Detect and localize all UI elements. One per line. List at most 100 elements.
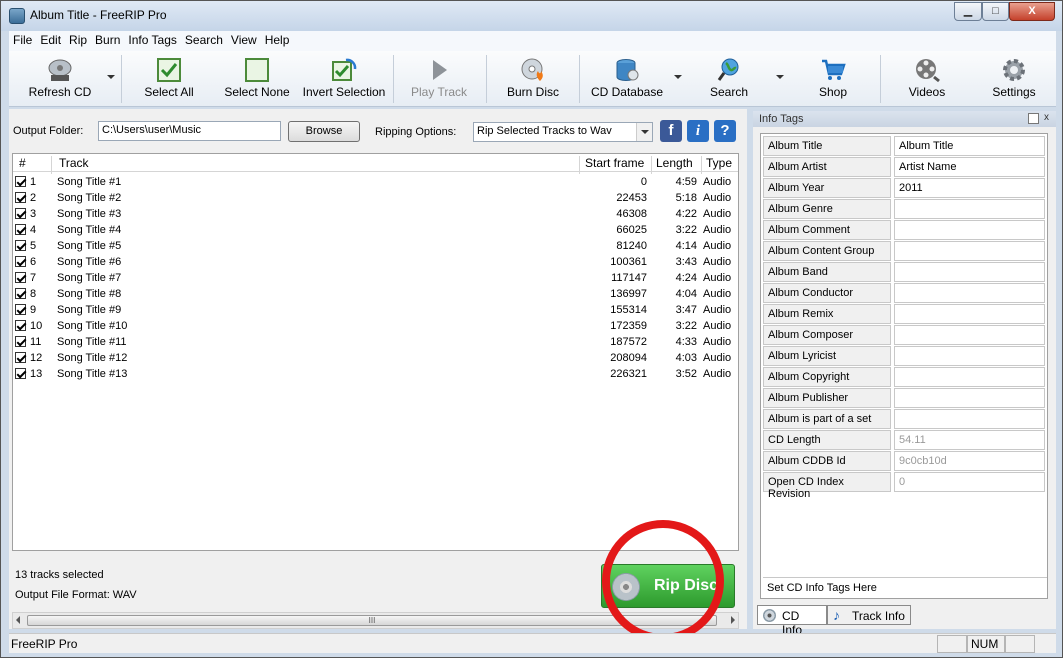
tag-value-field[interactable]: 2011 [894, 178, 1045, 198]
menu-search[interactable]: Search [181, 31, 227, 47]
table-row[interactable]: 7 Song Title #7 117147 4:24 Audio [13, 270, 738, 286]
play-track-button[interactable]: Play Track [401, 51, 477, 107]
menu-burn[interactable]: Burn [91, 31, 124, 47]
track-checkbox[interactable] [15, 224, 26, 235]
table-row[interactable]: 10 Song Title #10 172359 3:22 Audio [13, 318, 738, 334]
help-icon[interactable]: ? [714, 120, 736, 142]
column-length[interactable]: Length [656, 156, 693, 170]
table-row[interactable]: 3 Song Title #3 46308 4:22 Audio [13, 206, 738, 222]
tag-value-field[interactable] [894, 241, 1045, 261]
tag-row: Album is part of a set [763, 409, 1047, 429]
tag-value-field[interactable] [894, 346, 1045, 366]
track-checkbox[interactable] [15, 176, 26, 187]
table-row[interactable]: 13 Song Title #13 226321 3:52 Audio [13, 366, 738, 382]
track-type: Audio [703, 176, 732, 188]
videos-button[interactable]: Videos [887, 51, 967, 107]
close-panel-icon[interactable]: x [1041, 113, 1052, 124]
tag-value-field[interactable] [894, 409, 1045, 429]
menu-info-tags[interactable]: Info Tags [124, 31, 180, 47]
float-panel-icon[interactable] [1028, 113, 1039, 124]
track-title: Song Title #6 [57, 256, 122, 268]
track-checkbox[interactable] [15, 272, 26, 283]
menu-edit[interactable]: Edit [36, 31, 65, 47]
tab-cd-info[interactable]: CD Info [757, 605, 827, 637]
menu-rip[interactable]: Rip [65, 31, 91, 47]
tag-value-field[interactable] [894, 325, 1045, 345]
tag-value-field[interactable] [894, 262, 1045, 282]
close-button[interactable]: X [1009, 2, 1055, 21]
track-title: Song Title #8 [57, 288, 122, 300]
select-all-button[interactable]: Select All [129, 51, 209, 107]
track-number: 11 [30, 336, 42, 348]
table-row[interactable]: 9 Song Title #9 155314 3:47 Audio [13, 302, 738, 318]
tag-value-field[interactable] [894, 367, 1045, 387]
invert-selection-button[interactable]: Invert Selection [301, 51, 387, 107]
track-checkbox[interactable] [15, 368, 26, 379]
tag-value-field[interactable] [894, 220, 1045, 240]
tab-track-info[interactable]: ♪ Track Info [827, 605, 911, 625]
track-checkbox[interactable] [15, 192, 26, 203]
scroll-right-arrow[interactable] [731, 616, 735, 624]
track-checkbox[interactable] [15, 256, 26, 267]
facebook-icon[interactable]: f [660, 120, 682, 142]
settings-button[interactable]: Settings [975, 51, 1053, 107]
column-number[interactable]: # [19, 156, 26, 170]
output-folder-input[interactable]: C:\Users\user\Music [98, 121, 281, 141]
refresh-cd-button[interactable]: Refresh CD [19, 51, 101, 107]
select-none-button[interactable]: Select None [217, 51, 297, 107]
maximize-button[interactable]: □ [982, 2, 1009, 21]
track-start-frame: 136997 [610, 288, 647, 300]
table-row[interactable]: 12 Song Title #12 208094 4:03 Audio [13, 350, 738, 366]
track-checkbox[interactable] [15, 320, 26, 331]
tag-value-field[interactable] [894, 199, 1045, 219]
track-checkbox[interactable] [15, 208, 26, 219]
table-row[interactable]: 6 Song Title #6 100361 3:43 Audio [13, 254, 738, 270]
search-button[interactable]: Search [689, 51, 769, 107]
scroll-left-arrow[interactable] [16, 616, 20, 624]
minimize-button[interactable]: ▁ [954, 2, 982, 21]
chevron-down-icon[interactable] [636, 123, 652, 141]
cd-database-button[interactable]: CD Database [587, 51, 667, 107]
track-checkbox[interactable] [15, 352, 26, 363]
track-checkbox[interactable] [15, 240, 26, 251]
info-icon[interactable]: i [687, 120, 709, 142]
tag-value-field[interactable]: Album Title [894, 136, 1045, 156]
track-list-header: # Track Start frame Length Type [13, 154, 738, 174]
table-row[interactable]: 11 Song Title #11 187572 4:33 Audio [13, 334, 738, 350]
burn-disc-button[interactable]: Burn Disc [495, 51, 571, 107]
table-row[interactable]: 8 Song Title #8 136997 4:04 Audio [13, 286, 738, 302]
menu-file[interactable]: File [9, 31, 36, 47]
track-start-frame: 172359 [610, 320, 647, 332]
table-row[interactable]: 2 Song Title #2 22453 5:18 Audio [13, 190, 738, 206]
refresh-dropdown-arrow[interactable] [107, 75, 115, 79]
column-track[interactable]: Track [59, 156, 89, 170]
tag-value-field[interactable]: Artist Name [894, 157, 1045, 177]
table-row[interactable]: 5 Song Title #5 81240 4:14 Audio [13, 238, 738, 254]
track-checkbox[interactable] [15, 304, 26, 315]
tag-value-field[interactable] [894, 304, 1045, 324]
table-row[interactable]: 1 Song Title #1 0 4:59 Audio [13, 174, 738, 190]
play-track-label: Play Track [410, 85, 467, 99]
tag-value-field[interactable] [894, 283, 1045, 303]
track-checkbox[interactable] [15, 336, 26, 347]
tag-row: Album Year 2011 [763, 178, 1047, 198]
track-number: 10 [30, 320, 43, 332]
ripping-options-select[interactable]: Rip Selected Tracks to Wav [473, 122, 653, 142]
column-type[interactable]: Type [706, 156, 732, 170]
invert-selection-icon [332, 58, 357, 81]
track-checkbox[interactable] [15, 288, 26, 299]
column-start-frame[interactable]: Start frame [585, 156, 644, 170]
tag-name: Open CD Index Revision [763, 472, 891, 500]
table-row[interactable]: 4 Song Title #4 66025 3:22 Audio [13, 222, 738, 238]
checkbox-checked-icon [157, 58, 181, 82]
menu-view[interactable]: View [227, 31, 261, 47]
cd-database-dropdown-arrow[interactable] [674, 75, 682, 79]
tag-value-field[interactable] [894, 388, 1045, 408]
browse-button[interactable]: Browse [288, 121, 360, 142]
track-length: 3:22 [675, 224, 697, 236]
search-dropdown-arrow[interactable] [776, 75, 784, 79]
shop-button[interactable]: Shop [793, 51, 873, 107]
gear-icon [1003, 59, 1025, 81]
menu-help[interactable]: Help [261, 31, 294, 47]
track-start-frame: 117147 [611, 272, 647, 284]
